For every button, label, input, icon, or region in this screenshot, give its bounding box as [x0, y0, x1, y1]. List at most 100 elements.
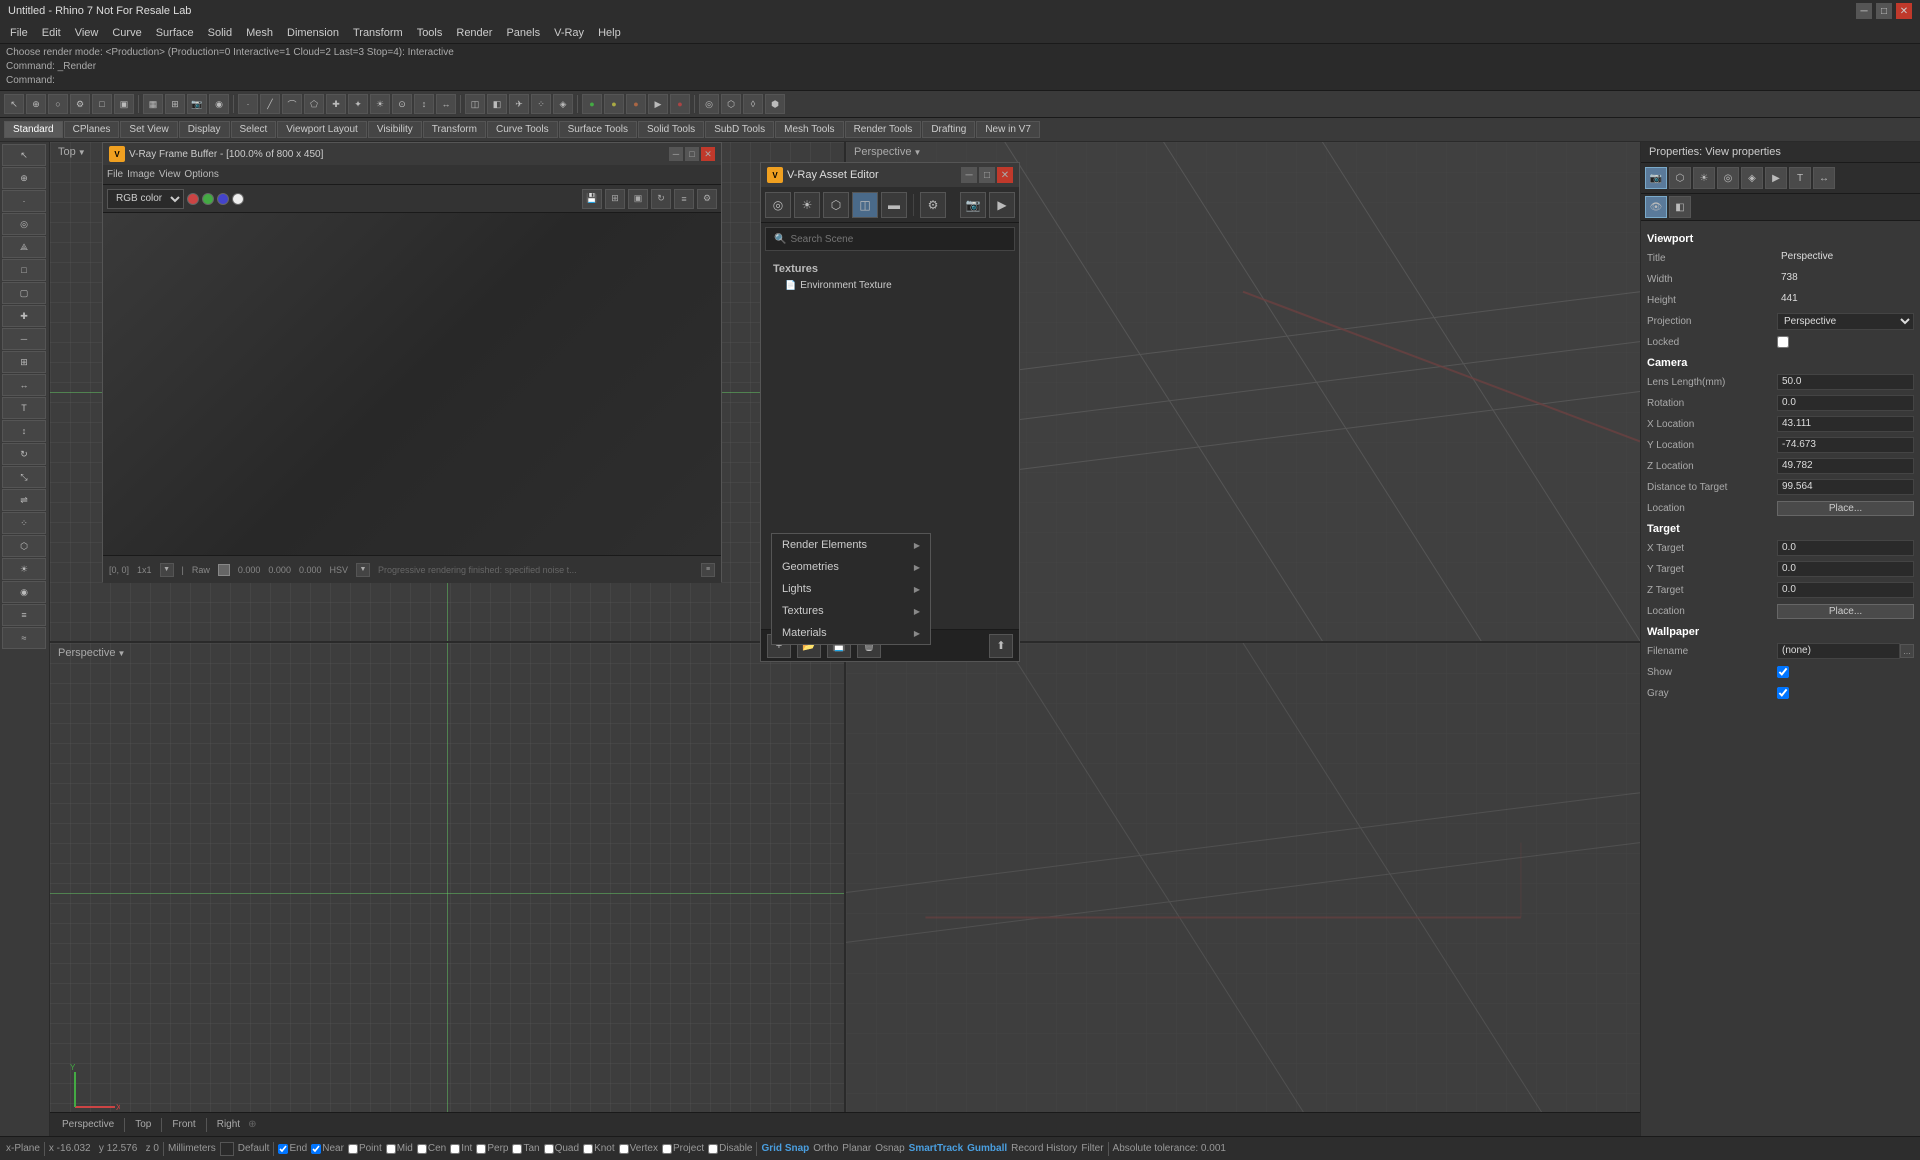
fb-dot-green[interactable] — [202, 193, 214, 205]
tab-surfacetools[interactable]: Surface Tools — [559, 121, 637, 138]
tool-green[interactable]: ● — [582, 94, 602, 114]
ae-tool-sphere[interactable]: ◎ — [765, 192, 791, 218]
tool-layer2[interactable]: ◧ — [487, 94, 507, 114]
tool-orange[interactable]: ● — [626, 94, 646, 114]
tool-arrow[interactable]: ↖ — [4, 94, 24, 114]
tool-move[interactable]: ↕ — [414, 94, 434, 114]
snap-disable[interactable] — [708, 1144, 718, 1154]
ctx-materials[interactable]: Materials ▶ — [772, 622, 930, 644]
tool-extra2[interactable]: ⬡ — [721, 94, 741, 114]
tool-red[interactable]: ● — [670, 94, 690, 114]
status-gumball[interactable]: Gumball — [967, 1143, 1007, 1154]
vp-nav-front[interactable]: Front — [168, 1118, 199, 1131]
vp-nav-right[interactable]: Right — [213, 1118, 244, 1131]
tool-cog[interactable]: ⚙ — [70, 94, 90, 114]
snap-end-label[interactable]: End — [278, 1143, 307, 1154]
tab-display[interactable]: Display — [179, 121, 230, 138]
tool-3dbox[interactable]: ▣ — [114, 94, 134, 114]
tool-box[interactable]: □ — [92, 94, 112, 114]
sidebar-join[interactable]: ⊞ — [2, 351, 46, 373]
fb-progress-btn[interactable]: ≡ — [701, 563, 715, 577]
snap-point[interactable] — [348, 1144, 358, 1154]
menu-tools[interactable]: Tools — [411, 25, 449, 41]
menu-help[interactable]: Help — [592, 25, 627, 41]
ae-close[interactable]: ✕ — [997, 167, 1013, 183]
ae-minimize[interactable]: ─ — [961, 167, 977, 183]
menu-dimension[interactable]: Dimension — [281, 25, 345, 41]
viewport-arrow-bl[interactable]: ▼ — [117, 649, 125, 658]
props-dropdown-projection[interactable]: Perspective Parallel — [1777, 313, 1914, 330]
ae-title-bar[interactable]: V V-Ray Asset Editor ─ □ ✕ — [761, 163, 1019, 187]
snap-knot-label[interactable]: Knot — [583, 1143, 615, 1154]
status-layer[interactable]: Default — [238, 1143, 270, 1154]
tool-pt1[interactable]: · — [238, 94, 258, 114]
tab-subdtools[interactable]: SubD Tools — [705, 121, 774, 138]
fb-dot-white[interactable] — [232, 193, 244, 205]
fb-title-bar[interactable]: V V-Ray Frame Buffer - [100.0% of 800 x … — [103, 143, 721, 165]
snap-cen-label[interactable]: Cen — [417, 1143, 446, 1154]
props-value-zloc[interactable]: 49.782 — [1777, 458, 1914, 474]
props-icon-dims[interactable]: ↔ — [1813, 167, 1835, 189]
sidebar-group[interactable]: ⬡ — [2, 535, 46, 557]
sidebar-pt[interactable]: · — [2, 190, 46, 212]
snap-knot[interactable] — [583, 1144, 593, 1154]
snap-perp[interactable] — [476, 1144, 486, 1154]
viewport-name-top[interactable]: Top — [58, 146, 76, 158]
tool-render-q[interactable]: ▶ — [648, 94, 668, 114]
tab-visibility[interactable]: Visibility — [368, 121, 422, 138]
tab-newinv7[interactable]: New in V7 — [976, 121, 1040, 138]
tool-lamp[interactable]: ⊙ — [392, 94, 412, 114]
snap-project-label[interactable]: Project — [662, 1143, 704, 1154]
ctx-geometries[interactable]: Geometries ▶ — [772, 556, 930, 578]
ae-tool-layers[interactable]: ◫ — [852, 192, 878, 218]
snap-mid[interactable] — [386, 1144, 396, 1154]
fb-menu-view[interactable]: View — [159, 169, 181, 180]
menu-curve[interactable]: Curve — [106, 25, 147, 41]
viewport-bottom-right[interactable]: Perspective ▼ — [846, 643, 1640, 1142]
tool-mat[interactable]: ◈ — [553, 94, 573, 114]
props-checkbox-show[interactable] — [1777, 666, 1789, 678]
status-gridsnap[interactable]: Grid Snap — [761, 1143, 809, 1154]
tab-solidtools[interactable]: Solid Tools — [638, 121, 704, 138]
props-value-xtgt[interactable]: 0.0 — [1777, 540, 1914, 556]
tool-move2[interactable]: ✈ — [509, 94, 529, 114]
tab-drafting[interactable]: Drafting — [922, 121, 975, 138]
menu-render[interactable]: Render — [450, 25, 498, 41]
props-value-xloc[interactable]: 43.111 — [1777, 416, 1914, 432]
fb-scale-btn[interactable]: ▼ — [160, 563, 174, 577]
snap-perp-label[interactable]: Perp — [476, 1143, 508, 1154]
ae-item-env-texture[interactable]: 📄 Environment Texture — [765, 277, 1015, 294]
props-icon-light[interactable]: ☀ — [1693, 167, 1715, 189]
tool-extra4[interactable]: ⬢ — [765, 94, 785, 114]
snap-disable-label[interactable]: Disable — [708, 1143, 752, 1154]
props-icon-mesh[interactable]: ⬡ — [1669, 167, 1691, 189]
snap-int-label[interactable]: Int — [450, 1143, 472, 1154]
fb-tool-refresh[interactable]: ↻ — [651, 189, 671, 209]
snap-tan[interactable] — [512, 1144, 522, 1154]
menu-panels[interactable]: Panels — [500, 25, 546, 41]
props-checkbox-locked[interactable] — [1777, 336, 1789, 348]
tool-render-sm[interactable]: ◉ — [209, 94, 229, 114]
props-btn-filename[interactable]: … — [1900, 644, 1914, 658]
sidebar-rect[interactable]: □ — [2, 259, 46, 281]
sidebar-array[interactable]: ⁘ — [2, 512, 46, 534]
sidebar-ctrl[interactable]: ◎ — [2, 213, 46, 235]
tab-rendertools[interactable]: Render Tools — [845, 121, 922, 138]
tab-cplanes[interactable]: CPlanes — [64, 121, 120, 138]
props-value-rotation[interactable]: 0.0 — [1777, 395, 1914, 411]
viewport-name-bl[interactable]: Perspective — [58, 647, 115, 659]
fb-tool-save[interactable]: 💾 — [582, 189, 602, 209]
sidebar-dim[interactable]: ↔ — [2, 374, 46, 396]
tool-pentagon[interactable]: ⬠ — [304, 94, 324, 114]
tool-circle[interactable]: ○ — [48, 94, 68, 114]
snap-end[interactable] — [278, 1144, 288, 1154]
viewport-name-persp[interactable]: Perspective — [854, 146, 911, 158]
tool-grid[interactable]: ▦ — [143, 94, 163, 114]
tab-curvetools[interactable]: Curve Tools — [487, 121, 558, 138]
snap-point-label[interactable]: Point — [348, 1143, 382, 1154]
snap-quad-label[interactable]: Quad — [544, 1143, 579, 1154]
snap-mid-label[interactable]: Mid — [386, 1143, 413, 1154]
fb-tool-extra[interactable]: ≡ — [674, 189, 694, 209]
ae-maximize[interactable]: □ — [979, 167, 995, 183]
props-value-ytgt[interactable]: 0.0 — [1777, 561, 1914, 577]
